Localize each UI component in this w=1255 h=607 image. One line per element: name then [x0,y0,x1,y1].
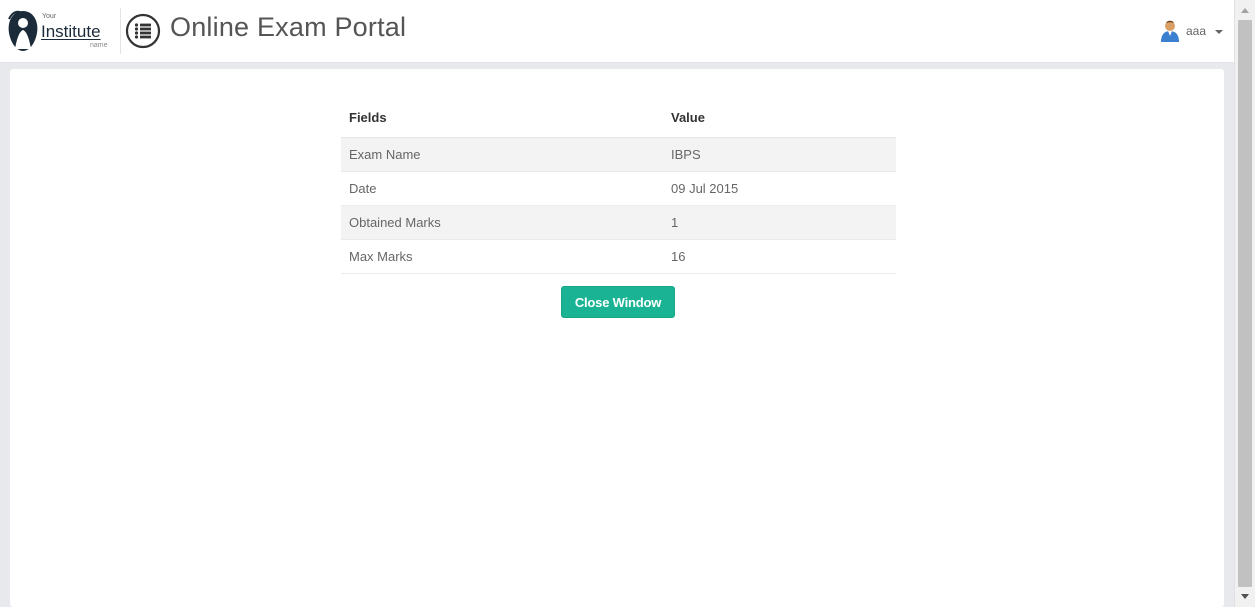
table-header-row: Fields Value [341,98,896,138]
logo-text-top: Your [42,13,57,20]
institute-logo[interactable]: Your Institute name [6,9,114,53]
table-row: Date 09 Jul 2015 [341,171,896,206]
field-value-date: 09 Jul 2015 [663,171,896,206]
table-row: Max Marks 16 [341,239,896,274]
field-value-obtained-marks: 1 [663,205,896,240]
close-window-button[interactable]: Close Window [561,286,675,318]
user-dropdown[interactable]: aaa [1160,18,1224,44]
logo-text-bottom: name [90,42,108,49]
field-label-exam-name: Exam Name [341,137,663,172]
username-label: aaa [1186,24,1207,38]
chevron-down-icon [1215,30,1224,34]
field-label-obtained-marks: Obtained Marks [341,205,663,240]
field-label-max-marks: Max Marks [341,239,663,274]
scrollbar-thumb[interactable] [1238,20,1252,587]
scroll-up-arrow-icon[interactable] [1241,8,1249,13]
logo-figure-icon [8,10,38,51]
top-navbar: Your Institute name Online Exam Portal a… [0,0,1234,63]
list-icon[interactable] [125,13,161,49]
table-row: Obtained Marks 1 [341,205,896,240]
column-header-value: Value [663,98,896,138]
table-row: Exam Name IBPS [341,137,896,172]
logo-text-main: Institute [41,22,101,41]
page-title: Online Exam Portal [170,12,407,42]
scroll-down-arrow-icon[interactable] [1241,594,1249,599]
exam-result-table: Fields Value Exam Name IBPS Date 09 Jul … [341,98,896,274]
header-divider [120,8,121,54]
column-header-fields: Fields [341,98,663,138]
main-panel: Fields Value Exam Name IBPS Date 09 Jul … [10,69,1224,607]
field-value-exam-name: IBPS [663,137,896,172]
user-icon [1161,20,1179,42]
field-value-max-marks: 16 [663,239,896,274]
field-label-date: Date [341,171,663,206]
vertical-scrollbar[interactable] [1234,0,1255,607]
